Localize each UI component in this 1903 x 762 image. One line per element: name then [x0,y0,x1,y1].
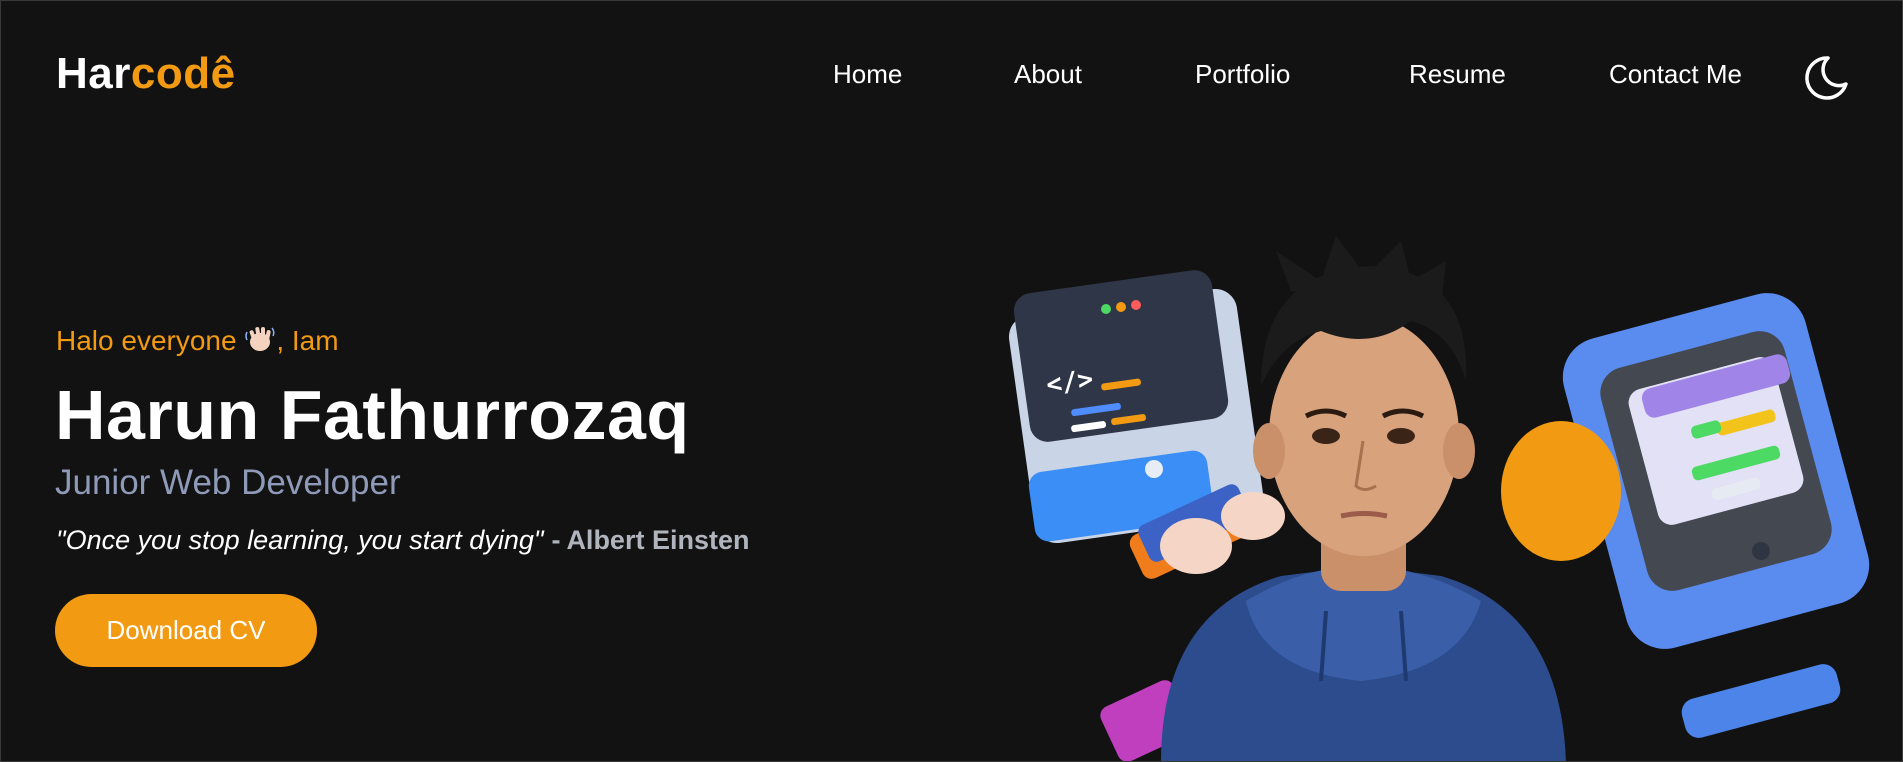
hero-name: Harun Fathurrozaq [55,376,690,454]
moon-icon [1805,56,1848,100]
page: Harcodê Home About Portfolio Resume Cont… [0,0,1903,762]
greeting-text: Halo everyone [56,325,237,356]
nav-about[interactable]: About [1014,59,1082,90]
quote-text: "Once you stop learning, you start dying… [56,525,544,555]
hero-quote: "Once you stop learning, you start dying… [56,525,749,556]
orange-blob-decoration [1501,421,1621,561]
download-cv-button[interactable]: Download CV [55,594,317,667]
greeting: Halo everyone , Iam [56,324,339,357]
nav-contact-me[interactable]: Contact Me [1609,59,1742,90]
hero-illustration: </> [1008,236,1870,761]
hero-role: Junior Web Developer [55,463,401,502]
quote-author: Albert Einsten [566,525,750,555]
theme-toggle-button[interactable] [1801,53,1851,103]
greeting-suffix: , Iam [276,325,339,356]
waving-hand-icon [245,327,275,351]
nav-resume[interactable]: Resume [1409,59,1506,90]
quote-separator: - [551,525,561,555]
nav-portfolio[interactable]: Portfolio [1195,59,1290,90]
code-window-illustration: </> [1008,270,1285,579]
main-nav: Home About Portfolio Resume Contact Me [1,59,1902,99]
nav-home[interactable]: Home [833,59,902,90]
